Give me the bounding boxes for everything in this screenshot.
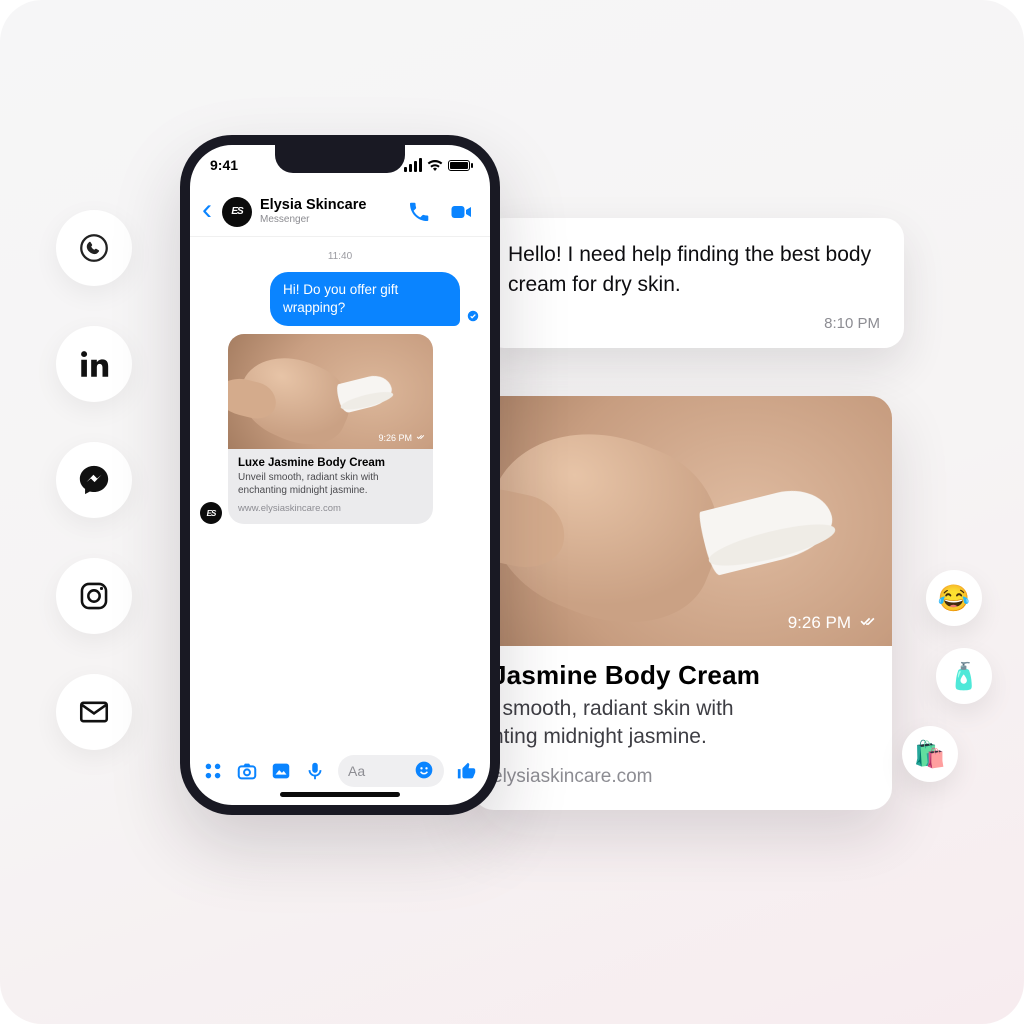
message-input[interactable]: Aa bbox=[338, 755, 444, 787]
received-product-card[interactable]: 9:26 PM Luxe Jasmine Body Cream Unveil s… bbox=[228, 334, 433, 524]
product-title: Jasmine Body Cream bbox=[492, 660, 872, 691]
camera-button[interactable] bbox=[236, 760, 258, 782]
gallery-button[interactable] bbox=[270, 760, 292, 782]
chip-lotion[interactable]: 🧴 bbox=[936, 648, 992, 704]
apps-button[interactable] bbox=[202, 760, 224, 782]
instagram-icon[interactable] bbox=[56, 558, 132, 634]
mic-button[interactable] bbox=[304, 760, 326, 782]
product-url: elysiaskincare.com bbox=[492, 766, 872, 788]
chip-laugh[interactable]: 😂 bbox=[926, 570, 982, 626]
message-thread[interactable]: 11:40 Hi! Do you offer gift wrapping? ES… bbox=[190, 237, 490, 753]
like-button[interactable] bbox=[456, 760, 478, 782]
channel-icon-list bbox=[56, 210, 132, 750]
product-image: 9:26 PM bbox=[472, 396, 892, 646]
audio-call-button[interactable] bbox=[406, 201, 432, 223]
image-timestamp: 9:26 PM bbox=[788, 612, 876, 634]
whatsapp-icon[interactable] bbox=[56, 210, 132, 286]
sent-message-bubble[interactable]: Hi! Do you offer gift wrapping? bbox=[270, 272, 460, 326]
chip-shopping[interactable]: 🛍️ bbox=[902, 726, 958, 782]
card-image-time: 9:26 PM bbox=[378, 432, 425, 443]
wifi-icon bbox=[427, 159, 443, 171]
external-product-card[interactable]: 9:26 PM Jasmine Body Cream l smooth, rad… bbox=[472, 396, 892, 810]
linkedin-icon[interactable] bbox=[56, 326, 132, 402]
contact-subtitle: Messenger bbox=[260, 214, 366, 225]
cell-signal-icon bbox=[404, 158, 422, 172]
message-placeholder: Aa bbox=[348, 763, 365, 779]
status-time: 9:41 bbox=[210, 157, 238, 173]
card-desc: Unveil smooth, radiant skin with enchant… bbox=[238, 471, 423, 497]
sender-avatar[interactable]: ES bbox=[200, 502, 222, 524]
delivered-icon bbox=[466, 309, 480, 328]
email-icon[interactable] bbox=[56, 674, 132, 750]
contact-title-block[interactable]: Elysia Skincare Messenger bbox=[260, 198, 366, 224]
video-call-button[interactable] bbox=[448, 201, 474, 223]
emoji-button[interactable] bbox=[414, 760, 434, 783]
received-message-row: ES 9:26 PM Luxe Jasmine Body Cream Unvei… bbox=[200, 334, 480, 524]
phone-notch bbox=[275, 145, 405, 173]
contact-avatar[interactable]: ES bbox=[222, 197, 252, 227]
card-url: www.elysiaskincare.com bbox=[238, 503, 423, 514]
home-indicator[interactable] bbox=[280, 792, 400, 797]
product-desc-line2: nting midnight jasmine. bbox=[492, 723, 872, 751]
sent-message-row: Hi! Do you offer gift wrapping? bbox=[200, 272, 480, 326]
external-message-text: Hello! I need help finding the best body… bbox=[508, 240, 880, 301]
back-button[interactable]: ‹ bbox=[200, 193, 214, 231]
contact-name: Elysia Skincare bbox=[260, 198, 366, 213]
battery-icon bbox=[448, 160, 470, 171]
delivered-check-icon bbox=[416, 432, 425, 443]
external-message-time: 8:10 PM bbox=[508, 315, 880, 332]
messenger-icon[interactable] bbox=[56, 442, 132, 518]
message-composer: Aa bbox=[190, 751, 490, 791]
card-image: 9:26 PM bbox=[228, 334, 433, 449]
thread-timestamp: 11:40 bbox=[200, 251, 480, 262]
product-desc-line1: l smooth, radiant skin with bbox=[492, 695, 872, 723]
reaction-chips: 😂 🧴 🛍️ bbox=[926, 570, 982, 782]
chat-header: ‹ ES Elysia Skincare Messenger bbox=[190, 187, 490, 237]
phone-mockup: 9:41 ‹ ES Elysia Skincare Messenger bbox=[180, 135, 500, 815]
delivered-check-icon bbox=[859, 612, 876, 634]
card-title: Luxe Jasmine Body Cream bbox=[238, 457, 423, 469]
external-message-bubble: Hello! I need help finding the best body… bbox=[484, 218, 904, 348]
